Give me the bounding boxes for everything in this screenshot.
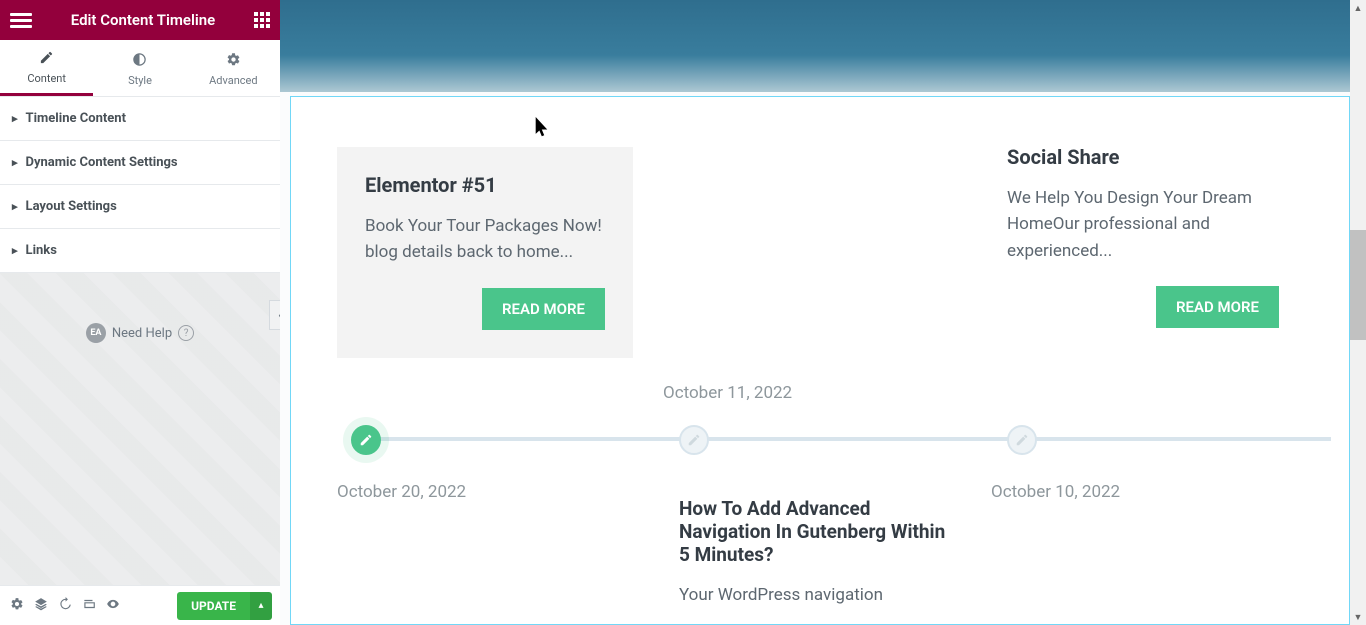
tab-advanced[interactable]: Advanced <box>187 40 280 96</box>
scroll-up-icon[interactable]: ▲ <box>1350 0 1366 16</box>
card-title: Elementor #51 <box>365 173 605 197</box>
pencil-icon <box>687 433 701 447</box>
preview-icon[interactable] <box>104 597 122 615</box>
caret-up-icon: ▴ <box>258 600 263 611</box>
timeline-line <box>357 437 1331 441</box>
card-text: Your WordPress navigation <box>679 582 951 608</box>
tab-style[interactable]: Style <box>93 40 186 96</box>
timeline-node[interactable] <box>1007 425 1037 455</box>
section-dynamic-content-settings[interactable]: ▸ Dynamic Content Settings <box>0 141 280 185</box>
timeline: Elementor #51 Book Your Tour Packages No… <box>309 117 1331 604</box>
history-icon[interactable] <box>56 597 74 615</box>
caret-right-icon: ▸ <box>12 156 18 169</box>
need-help-label: Need Help <box>112 326 172 341</box>
gear-icon <box>226 52 241 71</box>
section-links-label: Links <box>26 243 57 258</box>
section-layout-settings[interactable]: ▸ Layout Settings <box>0 185 280 229</box>
tab-advanced-label: Advanced <box>209 74 257 87</box>
timeline-date: October 11, 2022 <box>663 383 792 403</box>
need-help[interactable]: EA Need Help ? <box>86 323 194 343</box>
section-timeline-content-label: Timeline Content <box>26 111 126 126</box>
editor-panel: Edit Content Timeline Content Style <box>0 0 280 625</box>
timeline-date: October 20, 2022 <box>337 482 466 502</box>
page-hero <box>280 0 1366 92</box>
tab-content[interactable]: Content <box>0 40 93 96</box>
scroll-down-icon[interactable]: ▼ <box>1350 609 1366 625</box>
tab-style-label: Style <box>128 74 152 87</box>
menu-icon[interactable] <box>10 13 32 28</box>
update-more-button[interactable]: ▴ <box>250 592 272 620</box>
content-timeline-widget[interactable]: Elementor #51 Book Your Tour Packages No… <box>290 96 1350 625</box>
section-layout-settings-label: Layout Settings <box>26 199 117 214</box>
editor-canvas[interactable]: Elementor #51 Book Your Tour Packages No… <box>280 0 1366 625</box>
caret-right-icon: ▸ <box>12 200 18 213</box>
tab-content-label: Content <box>27 72 66 85</box>
read-more-button[interactable]: READ MORE <box>1156 286 1279 328</box>
editor-tabs: Content Style Advanced <box>0 40 280 97</box>
card-title: Social Share <box>1007 145 1293 169</box>
panel-sections: ▸ Timeline Content ▸ Dynamic Content Set… <box>0 97 280 273</box>
card-text: Book Your Tour Packages Now! blog detail… <box>365 213 605 266</box>
card-text: We Help You Design Your Dream HomeOur pr… <box>1007 185 1293 264</box>
section-links[interactable]: ▸ Links <box>0 229 280 273</box>
contrast-icon <box>132 52 147 71</box>
section-timeline-content[interactable]: ▸ Timeline Content <box>0 97 280 141</box>
pencil-icon <box>39 50 54 69</box>
update-group: UPDATE ▴ <box>177 592 272 620</box>
caret-right-icon: ▸ <box>12 112 18 125</box>
update-button[interactable]: UPDATE <box>177 592 250 620</box>
card-title: How To Add Advanced Navigation In Gutenb… <box>679 497 951 566</box>
panel-footer: UPDATE ▴ <box>0 585 280 625</box>
panel-title: Edit Content Timeline <box>32 11 254 29</box>
timeline-node[interactable] <box>351 425 381 455</box>
timeline-card: Social Share We Help You Design Your Dre… <box>993 117 1293 342</box>
panel-header: Edit Content Timeline <box>0 0 280 40</box>
section-dynamic-content-label: Dynamic Content Settings <box>26 155 178 170</box>
caret-right-icon: ▸ <box>12 244 18 257</box>
timeline-card: Elementor #51 Book Your Tour Packages No… <box>337 147 633 358</box>
timeline-date: October 10, 2022 <box>991 482 1120 502</box>
navigator-icon[interactable] <box>32 597 50 615</box>
ea-badge-icon: EA <box>86 323 106 343</box>
widgets-grid-icon[interactable] <box>254 12 270 28</box>
scrollbar-thumb[interactable] <box>1350 230 1366 340</box>
settings-icon[interactable] <box>8 597 26 615</box>
help-icon[interactable]: ? <box>178 325 194 341</box>
read-more-button[interactable]: READ MORE <box>482 288 605 330</box>
pencil-icon <box>1015 433 1029 447</box>
responsive-icon[interactable] <box>80 597 98 615</box>
browser-scrollbar[interactable]: ▲ ▼ <box>1350 0 1366 625</box>
timeline-node[interactable] <box>679 425 709 455</box>
panel-body: EA Need Help ? <box>0 273 280 585</box>
timeline-card: How To Add Advanced Navigation In Gutenb… <box>665 483 965 622</box>
pencil-icon <box>359 433 373 447</box>
